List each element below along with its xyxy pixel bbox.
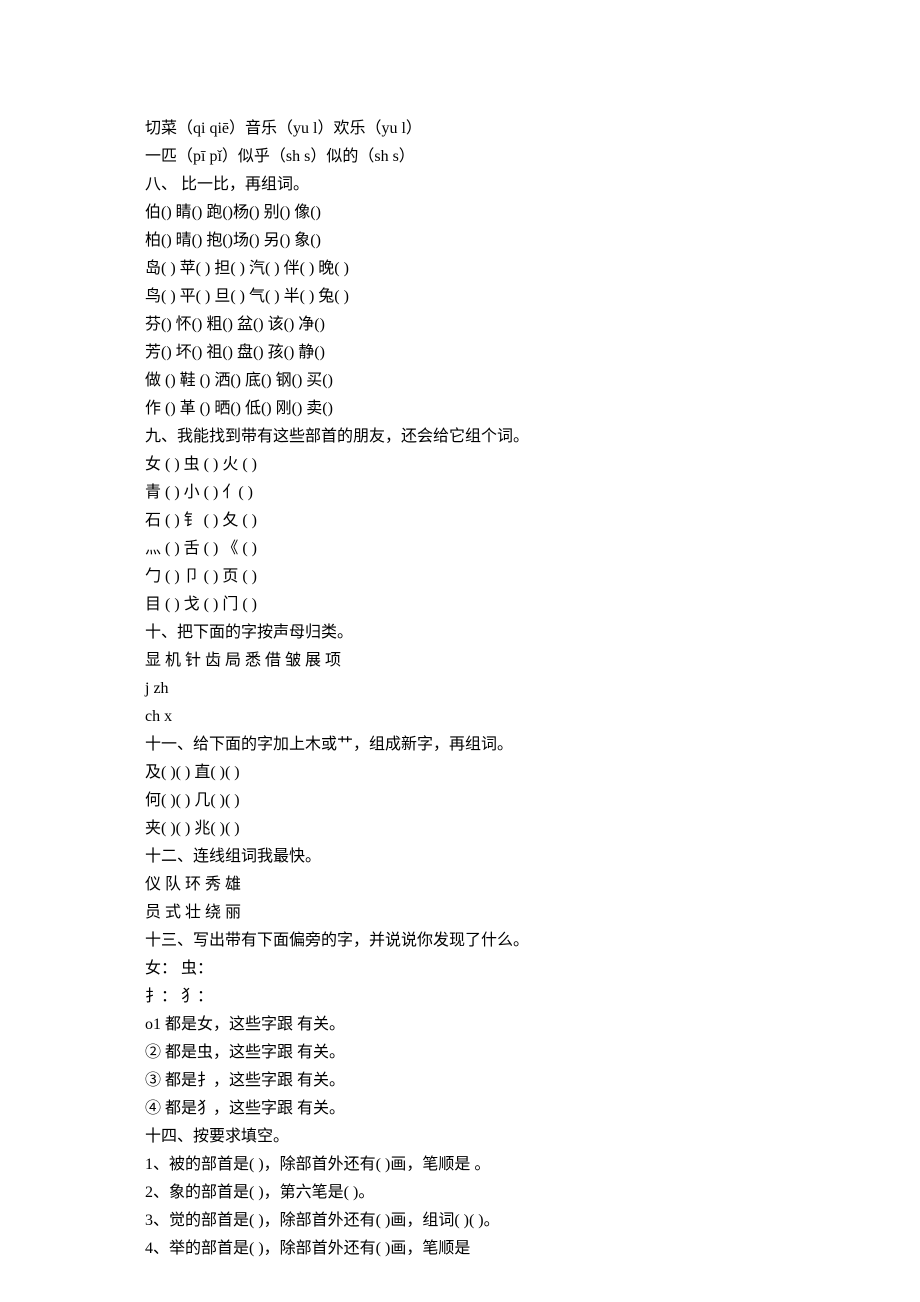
text-line: 及( )( ) 直( )( ) (145, 759, 775, 787)
text-line: 4、举的部首是( )，除部首外还有( )画，笔顺是 (145, 1235, 775, 1263)
text-line: 作 () 革 () 晒() 低() 刚() 卖() (145, 395, 775, 423)
text-line: 女 ( ) 虫 ( ) 火 ( ) (145, 451, 775, 479)
text-line: 勹 ( ) 卩 ( ) 页 ( ) (145, 563, 775, 591)
text-line: 岛( ) 苹( ) 担( ) 汽( ) 伴( ) 晚( ) (145, 255, 775, 283)
text-line: 目 ( ) 戈 ( ) 门 ( ) (145, 591, 775, 619)
text-line: 十四、按要求填空。 (145, 1123, 775, 1151)
text-line: ch x (145, 703, 775, 731)
text-line: 八、 比一比，再组词。 (145, 171, 775, 199)
text-line: ④ 都是犭，这些字跟 有关。 (145, 1095, 775, 1123)
text-line: 十三、写出带有下面偏旁的字，并说说你发现了什么。 (145, 927, 775, 955)
text-line: 何( )( ) 几( )( ) (145, 787, 775, 815)
text-line: 芬() 怀() 粗() 盆() 该() 净() (145, 311, 775, 339)
text-line: 十一、给下面的字加上木或艹，组成新字，再组词。 (145, 731, 775, 759)
document-content: 切菜（qi qiē）音乐（yu l）欢乐（yu l）一匹（pī pǐ）似乎（sh… (145, 115, 775, 1263)
text-line: 女： 虫： (145, 955, 775, 983)
text-line: 显 机 针 齿 局 悉 借 皱 展 项 (145, 647, 775, 675)
text-line: o1 都是女，这些字跟 有关。 (145, 1011, 775, 1039)
text-line: 鸟( ) 平( ) 旦( ) 气( ) 半( ) 兔( ) (145, 283, 775, 311)
text-line: 柏() 晴() 抱()场() 另() 象() (145, 227, 775, 255)
text-line: 石 ( ) 钅 ( ) 夂 ( ) (145, 507, 775, 535)
text-line: 员 式 壮 绕 丽 (145, 899, 775, 927)
text-line: 仪 队 环 秀 雄 (145, 871, 775, 899)
text-line: 夹( )( ) 兆( )( ) (145, 815, 775, 843)
text-line: j zh (145, 675, 775, 703)
text-line: 十二、连线组词我最快。 (145, 843, 775, 871)
text-line: 灬 ( ) 舌 ( ) 《 ( ) (145, 535, 775, 563)
text-line: 十、把下面的字按声母归类。 (145, 619, 775, 647)
text-line: 切菜（qi qiē）音乐（yu l）欢乐（yu l） (145, 115, 775, 143)
text-line: 九、我能找到带有这些部首的朋友，还会给它组个词。 (145, 423, 775, 451)
text-line: ③ 都是扌，这些字跟 有关。 (145, 1067, 775, 1095)
text-line: 1、被的部首是( )，除部首外还有( )画，笔顺是 。 (145, 1151, 775, 1179)
text-line: 一匹（pī pǐ）似乎（sh s）似的（sh s） (145, 143, 775, 171)
text-line: 做 () 鞋 () 洒() 底() 钢() 买() (145, 367, 775, 395)
text-line: 青 ( ) 小 ( ) 亻( ) (145, 479, 775, 507)
text-line: 伯() 睛() 跑()杨() 别() 像() (145, 199, 775, 227)
text-line: 2、象的部首是( )，第六笔是( )。 (145, 1179, 775, 1207)
text-line: 扌： 犭： (145, 983, 775, 1011)
text-line: ② 都是虫，这些字跟 有关。 (145, 1039, 775, 1067)
text-line: 芳() 坏() 祖() 盘() 孩() 静() (145, 339, 775, 367)
text-line: 3、觉的部首是( )，除部首外还有( )画，组词( )( )。 (145, 1207, 775, 1235)
